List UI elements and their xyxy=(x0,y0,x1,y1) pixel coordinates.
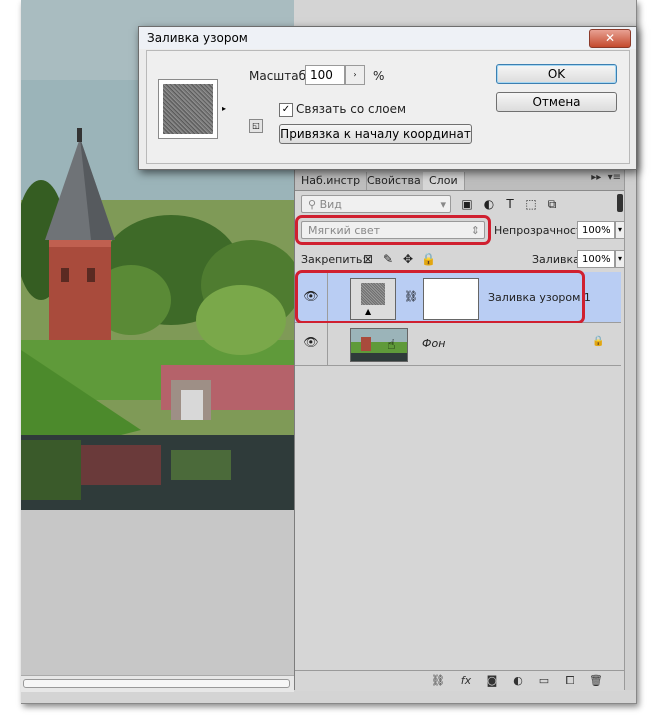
snap-to-origin-button[interactable]: Привязка к началу координат xyxy=(279,124,472,144)
link-layers-icon[interactable]: ⛓ xyxy=(431,674,445,688)
new-layer-icon[interactable]: ⧠ xyxy=(563,674,577,688)
pattern-fill-dialog: Заливка узором ✕ ▸ ◱ Масштаб: 100 › % ✓ … xyxy=(138,26,637,170)
hand-cursor-icon: ☝ xyxy=(387,337,396,353)
panel-menu-icon[interactable]: ▸▸ ▾≡ xyxy=(591,172,621,183)
search-icon: ⚲ xyxy=(308,198,317,211)
layer-filter-select[interactable]: ⚲ Вид ▾ xyxy=(301,195,451,213)
horizontal-scrollbar[interactable] xyxy=(21,675,294,692)
smart-object-filter-icon[interactable]: ⧉ xyxy=(545,197,559,211)
new-preset-icon[interactable]: ◱ xyxy=(249,119,263,133)
tab-properties[interactable]: Свойства xyxy=(361,172,428,190)
image-filter-icon[interactable]: ▣ xyxy=(460,197,474,211)
layers-bottom-toolbar: ⛓ fx ◙ ◐ ▭ ⧠ 🗑 xyxy=(295,670,625,691)
shape-filter-icon[interactable]: ⬚ xyxy=(524,197,538,211)
ok-button[interactable]: OK xyxy=(496,64,617,84)
lock-brush-icon[interactable]: ✎ xyxy=(381,252,395,266)
highlight-layer xyxy=(295,270,585,324)
panel-scrollbar[interactable] xyxy=(624,170,636,690)
lock-all-icon[interactable]: 🔒 xyxy=(421,252,436,266)
background-thumbnail[interactable] xyxy=(350,328,408,362)
lock-icon: 🔒 xyxy=(592,336,605,347)
filter-label: Вид xyxy=(319,198,342,211)
divider xyxy=(327,323,328,365)
close-button[interactable]: ✕ xyxy=(589,29,631,48)
type-filter-icon[interactable]: T xyxy=(503,197,517,211)
thumbnail-tower xyxy=(361,337,371,351)
layer-name[interactable]: Фон xyxy=(422,337,445,350)
link-checkbox[interactable]: ✓ xyxy=(279,103,293,117)
lock-label: Закрепить: xyxy=(301,253,367,266)
dialog-title: Заливка узором xyxy=(139,27,636,49)
layers-panel: Наб.инстр Свойства Слои ▸▸ ▾≡ ⚲ Вид ▾ ▣ … xyxy=(294,170,625,691)
blend-mode-select[interactable]: Мягкий свет ⇕ xyxy=(301,221,485,239)
scale-label: Масштаб: xyxy=(249,69,311,83)
filter-toggle[interactable] xyxy=(617,194,623,212)
fx-icon[interactable]: fx xyxy=(459,674,473,688)
updown-icon: ⇕ xyxy=(470,224,480,237)
canvas-background xyxy=(21,510,294,675)
scale-slider-button[interactable]: › xyxy=(345,65,365,85)
fill-label: Заливка: xyxy=(532,253,584,266)
lock-move-icon[interactable]: ✥ xyxy=(401,252,415,266)
eye-icon[interactable]: 👁 xyxy=(303,335,319,351)
tab-toolsets[interactable]: Наб.инстр xyxy=(295,172,368,190)
chevron-down-icon: ▾ xyxy=(440,198,446,211)
scale-unit: % xyxy=(373,69,385,83)
pattern-picker[interactable] xyxy=(158,79,218,139)
adjustment-filter-icon[interactable]: ◐ xyxy=(482,197,496,211)
opacity-input[interactable]: 100% xyxy=(577,221,615,239)
pattern-dropdown-icon[interactable]: ▸ xyxy=(219,79,229,139)
link-label: Связать со слоем xyxy=(296,102,407,116)
folder-icon[interactable]: ▭ xyxy=(537,674,551,688)
tab-layers[interactable]: Слои xyxy=(423,172,465,190)
trash-icon[interactable]: 🗑 xyxy=(589,674,603,688)
scrollbar-thumb[interactable] xyxy=(23,679,290,688)
fill-input[interactable]: 100% xyxy=(577,250,615,268)
blend-mode-value: Мягкий свет xyxy=(308,224,381,237)
cancel-button[interactable]: Отмена xyxy=(496,92,617,112)
scale-input[interactable]: 100 xyxy=(305,65,345,85)
lock-transparent-icon[interactable]: ⊠ xyxy=(361,252,375,266)
panel-tabs: Наб.инстр Свойства Слои ▸▸ ▾≡ xyxy=(295,170,625,191)
layer-row[interactable]: 👁 ☝ Фон 🔒 xyxy=(295,323,621,366)
adjustment-layer-icon[interactable]: ◐ xyxy=(511,674,525,688)
add-mask-icon[interactable]: ◙ xyxy=(485,674,499,688)
pattern-preview xyxy=(163,84,213,134)
